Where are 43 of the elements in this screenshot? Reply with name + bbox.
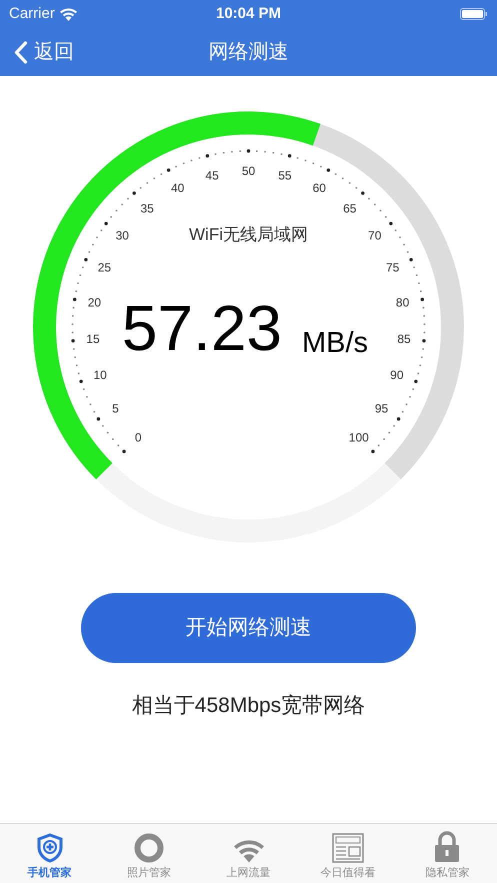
newspaper-icon: [332, 833, 364, 863]
scale-label: 65: [343, 201, 356, 216]
clock-time: 10:04 PM: [216, 4, 282, 24]
scale-label: 45: [205, 168, 219, 182]
scale-label: 75: [386, 260, 400, 274]
wifi-signal-icon: [60, 8, 77, 20]
carrier-label: Carrier: [9, 4, 55, 24]
scale-label: 100: [348, 430, 369, 444]
scale-label: 30: [116, 228, 129, 242]
equivalent-bandwidth-text: 相当于458Mbps宽带网络: [132, 693, 366, 719]
tab-item[interactable]: 上网流量: [198, 824, 298, 883]
tab-item[interactable]: 今日值得看: [298, 824, 398, 883]
scale-label: 60: [312, 181, 326, 195]
chevron-left-icon: [14, 40, 28, 64]
tab-item[interactable]: 隐私管家: [398, 824, 497, 883]
scale-label: 40: [171, 181, 184, 195]
scale-label: 0: [134, 430, 142, 444]
speed-unit: MB/s: [302, 327, 368, 359]
scale-label: 70: [368, 228, 382, 242]
scale-label: 95: [374, 402, 388, 416]
scale-label: 10: [93, 368, 107, 382]
scale-label: 85: [397, 332, 411, 346]
network-type-label: WiFi无线局域网: [189, 225, 308, 244]
scale-label: 55: [278, 168, 292, 182]
back-button[interactable]: 返回: [0, 37, 74, 67]
scale-label: 25: [98, 260, 112, 274]
shield-plus-icon: [36, 833, 63, 863]
scale-label: 50: [242, 164, 256, 178]
screen-title: 网络测速: [208, 40, 288, 65]
lock-icon: [434, 831, 460, 863]
tab-item[interactable]: 照片管家: [99, 824, 199, 883]
start-test-button[interactable]: 开始网络测速: [81, 593, 416, 663]
scale-label: 15: [86, 332, 100, 346]
scale-label: 80: [396, 296, 410, 310]
battery-icon: [460, 8, 488, 20]
tab-item[interactable]: 手机管家: [0, 824, 100, 883]
scale-label: 35: [140, 201, 154, 216]
scale-label: 5: [112, 402, 119, 416]
scale-label: 90: [390, 368, 404, 382]
wifi-icon: [234, 839, 264, 863]
speed-value: 57.23: [122, 292, 282, 364]
scale-label: 20: [88, 296, 102, 310]
ring-icon: [134, 833, 164, 863]
